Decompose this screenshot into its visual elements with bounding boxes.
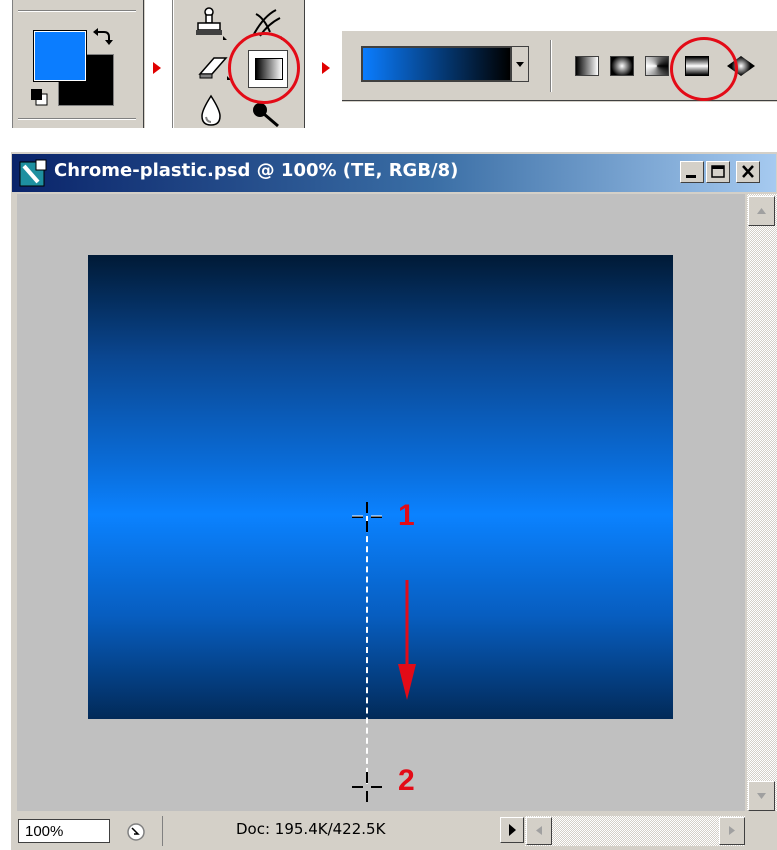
scroll-down-button[interactable] <box>748 781 775 811</box>
arrow-right-icon <box>509 824 516 836</box>
gradient-drag-line <box>366 516 368 784</box>
arrow-up-icon <box>757 208 766 214</box>
resize-grip[interactable] <box>747 814 777 850</box>
close-button[interactable] <box>736 161 760 183</box>
maximize-icon <box>711 165 725 178</box>
gradient-tool-highlight-circle <box>228 32 300 104</box>
horizontal-scrollbar[interactable] <box>525 816 745 846</box>
divider <box>12 0 13 128</box>
foreground-color-swatch[interactable] <box>33 30 87 82</box>
scroll-up-button[interactable] <box>748 196 775 226</box>
scroll-right-button[interactable] <box>719 817 745 845</box>
linear-gradient-button[interactable] <box>575 56 599 76</box>
divider <box>173 0 174 128</box>
close-icon <box>742 165 754 178</box>
arrow-down-icon <box>757 793 766 799</box>
zoom-navigator-icon[interactable] <box>124 820 148 844</box>
divider <box>341 30 342 102</box>
blur-tool-icon[interactable] <box>196 94 226 128</box>
gradient-picker[interactable] <box>361 46 512 82</box>
divider <box>18 11 136 12</box>
angle-gradient-button[interactable] <box>645 56 669 76</box>
minimize-button[interactable] <box>680 161 704 183</box>
crosshair-start-icon <box>352 502 382 532</box>
psd-file-icon <box>19 159 47 187</box>
minimize-icon <box>686 175 696 178</box>
drag-direction-arrow-icon <box>398 580 416 700</box>
zoom-input[interactable]: 100% <box>18 819 110 843</box>
crosshair-end-icon <box>352 772 382 802</box>
gradient-picker-dropdown[interactable] <box>511 46 529 82</box>
divider <box>551 40 552 92</box>
swap-colors-icon[interactable] <box>92 26 114 48</box>
eraser-tool-icon[interactable] <box>196 52 232 82</box>
arrow-left-icon <box>536 826 542 835</box>
arrow-right-icon <box>729 826 735 835</box>
status-menu-button[interactable] <box>500 817 524 843</box>
divider <box>143 0 144 128</box>
divider <box>162 816 163 846</box>
clone-stamp-tool-icon[interactable] <box>194 6 228 42</box>
scroll-left-button[interactable] <box>526 817 552 845</box>
chevron-down-icon <box>516 62 524 67</box>
maximize-button[interactable] <box>706 161 730 183</box>
radial-gradient-button[interactable] <box>610 56 634 76</box>
dodge-tool-icon[interactable] <box>250 100 286 128</box>
start-point-label: 1 <box>398 499 415 532</box>
divider <box>18 119 136 120</box>
end-point-label: 2 <box>398 764 415 797</box>
vertical-scrollbar[interactable] <box>747 194 777 811</box>
reflected-gradient-highlight-circle <box>670 37 738 101</box>
default-colors-icon[interactable] <box>30 88 50 108</box>
flow-arrow-icon <box>153 62 161 74</box>
divider <box>341 30 777 31</box>
flow-arrow-icon <box>322 62 330 74</box>
window-title: Chrome-plastic.psd @ 100% (TE, RGB/8) <box>54 160 459 181</box>
divider <box>304 0 305 128</box>
document-image[interactable] <box>88 255 673 719</box>
document-size-info: Doc: 195.4K/422.5K <box>236 820 386 838</box>
